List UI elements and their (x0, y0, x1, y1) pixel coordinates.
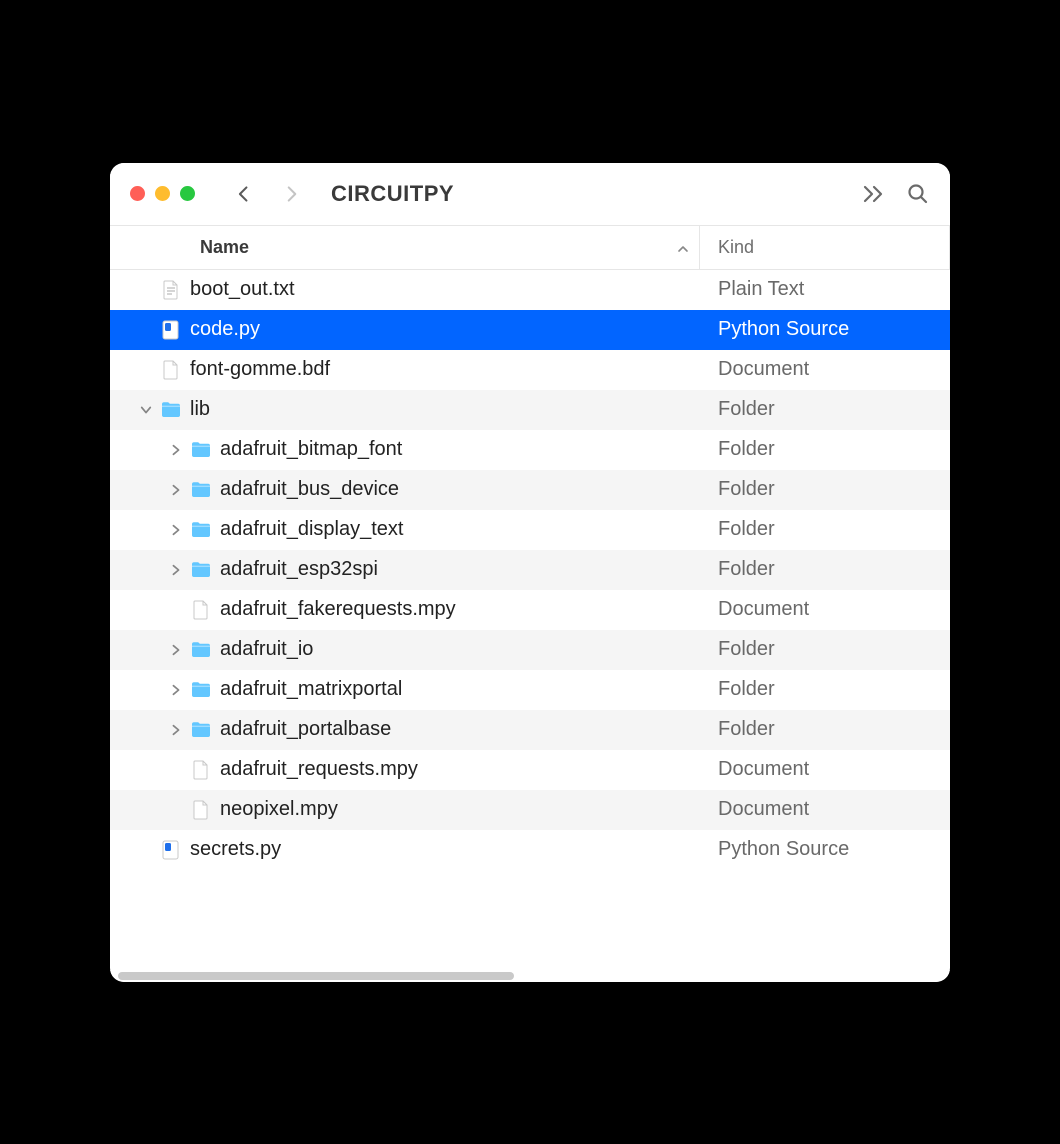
disclosure-closed-icon[interactable] (168, 482, 184, 498)
forward-button[interactable] (283, 185, 301, 203)
folder-file-icon (190, 439, 212, 461)
folder-file-icon (190, 519, 212, 541)
file-name-label: adafruit_fakerequests.mpy (220, 598, 456, 621)
disclosure-closed-icon[interactable] (168, 522, 184, 538)
file-row[interactable]: neopixel.mpy Document (110, 790, 950, 830)
py-file-icon (160, 319, 182, 341)
file-row[interactable]: lib Folder (110, 390, 950, 430)
file-row[interactable]: code.py Python Source (110, 310, 950, 350)
column-header-name-label: Name (200, 237, 249, 258)
file-kind-label: Folder (700, 558, 950, 581)
doc-file-icon (190, 759, 212, 781)
file-name-label: adafruit_bitmap_font (220, 438, 402, 461)
file-row[interactable]: adafruit_matrixportal Folder (110, 670, 950, 710)
file-name-label: adafruit_requests.mpy (220, 758, 418, 781)
file-kind-label: Folder (700, 678, 950, 701)
folder-file-icon (190, 719, 212, 741)
horizontal-scroll-thumb[interactable] (118, 972, 514, 980)
file-kind-label: Document (700, 798, 950, 821)
disclosure-closed-icon[interactable] (168, 442, 184, 458)
folder-file-icon (190, 639, 212, 661)
file-row[interactable]: adafruit_bitmap_font Folder (110, 430, 950, 470)
file-row[interactable]: adafruit_portalbase Folder (110, 710, 950, 750)
back-button[interactable] (235, 185, 253, 203)
file-kind-label: Plain Text (700, 278, 950, 301)
file-kind-label: Folder (700, 638, 950, 661)
toolbar: CIRCUITPY (110, 163, 950, 226)
disclosure-closed-icon[interactable] (168, 722, 184, 738)
traffic-lights (130, 186, 195, 201)
minimize-window-button[interactable] (155, 186, 170, 201)
file-list: boot_out.txt Plain Text code.py Python Sour… (110, 270, 950, 870)
window-title: CIRCUITPY (331, 181, 454, 207)
file-kind-label: Folder (700, 518, 950, 541)
file-kind-label: Document (700, 358, 950, 381)
column-header-name[interactable]: Name (110, 226, 700, 269)
disclosure-closed-icon[interactable] (168, 642, 184, 658)
file-row[interactable]: font-gomme.bdf Document (110, 350, 950, 390)
folder-file-icon (190, 479, 212, 501)
column-header-row: Name Kind (110, 226, 950, 270)
file-row[interactable]: adafruit_io Folder (110, 630, 950, 670)
file-name-label: adafruit_io (220, 638, 313, 661)
file-kind-label: Document (700, 598, 950, 621)
search-icon[interactable] (906, 182, 930, 206)
file-kind-label: Folder (700, 718, 950, 741)
file-kind-label: Python Source (700, 838, 950, 861)
file-name-label: adafruit_matrixportal (220, 678, 402, 701)
file-name-label: adafruit_esp32spi (220, 558, 378, 581)
zoom-window-button[interactable] (180, 186, 195, 201)
file-row[interactable]: adafruit_bus_device Folder (110, 470, 950, 510)
folder-file-icon (190, 559, 212, 581)
disclosure-closed-icon[interactable] (168, 682, 184, 698)
file-name-label: boot_out.txt (190, 278, 295, 301)
file-row[interactable]: adafruit_requests.mpy Document (110, 750, 950, 790)
doc-file-icon (190, 599, 212, 621)
file-row[interactable]: adafruit_esp32spi Folder (110, 550, 950, 590)
file-kind-label: Folder (700, 438, 950, 461)
file-name-label: font-gomme.bdf (190, 358, 330, 381)
file-kind-label: Folder (700, 478, 950, 501)
column-header-kind-label: Kind (718, 237, 754, 258)
file-name-label: code.py (190, 318, 260, 341)
file-row[interactable]: boot_out.txt Plain Text (110, 270, 950, 310)
file-kind-label: Folder (700, 398, 950, 421)
finder-window: CIRCUITPY Name Kind boot_out.txt Plain Te… (110, 163, 950, 982)
file-name-label: adafruit_portalbase (220, 718, 391, 741)
file-name-label: adafruit_bus_device (220, 478, 399, 501)
file-name-label: lib (190, 398, 210, 421)
disclosure-open-icon[interactable] (138, 402, 154, 418)
file-row[interactable]: adafruit_fakerequests.mpy Document (110, 590, 950, 630)
folder-file-icon (190, 679, 212, 701)
file-kind-label: Python Source (700, 318, 950, 341)
py-file-icon (160, 839, 182, 861)
toolbar-overflow-icon[interactable] (862, 182, 886, 206)
file-kind-label: Document (700, 758, 950, 781)
file-name-label: neopixel.mpy (220, 798, 338, 821)
column-header-kind[interactable]: Kind (700, 226, 950, 269)
file-name-label: secrets.py (190, 838, 281, 861)
file-row[interactable]: secrets.py Python Source (110, 830, 950, 870)
close-window-button[interactable] (130, 186, 145, 201)
doc-file-icon (160, 359, 182, 381)
file-row[interactable]: adafruit_display_text Folder (110, 510, 950, 550)
doc-file-icon (190, 799, 212, 821)
txt-file-icon (160, 279, 182, 301)
file-name-label: adafruit_display_text (220, 518, 403, 541)
folder-file-icon (160, 399, 182, 421)
horizontal-scrollbar[interactable] (110, 970, 950, 982)
disclosure-closed-icon[interactable] (168, 562, 184, 578)
sort-indicator-icon (677, 237, 689, 258)
